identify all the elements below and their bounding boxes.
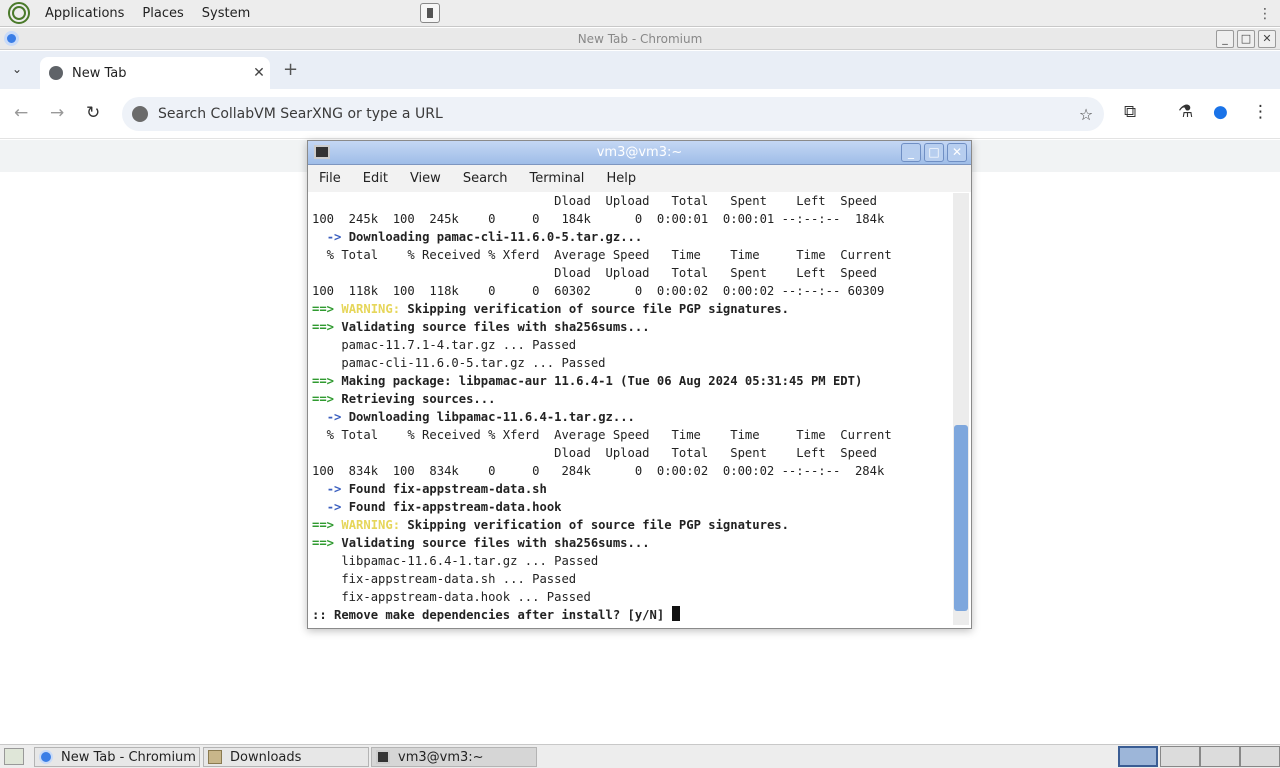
chromium-window-title: New Tab - Chromium <box>577 32 703 46</box>
terminal-window-title: vm3@vm3:~ <box>596 145 683 160</box>
terminal-cursor <box>671 606 680 621</box>
menu-system[interactable]: System <box>193 0 259 27</box>
workspace-2[interactable] <box>1160 746 1200 767</box>
task-label: vm3@vm3:~ <box>398 749 484 765</box>
terminal-close-button[interactable]: ✕ <box>947 143 967 162</box>
workspace-4[interactable] <box>1240 746 1280 767</box>
bookmark-star-icon[interactable]: ☆ <box>1068 105 1104 124</box>
maximize-button[interactable]: □ <box>1237 30 1255 48</box>
terminal-line: libpamac-11.6.4-1.tar.gz ... Passed <box>312 554 599 568</box>
terminal-menu-file[interactable]: File <box>308 171 352 186</box>
workspace-3[interactable] <box>1200 746 1240 767</box>
terminal-line: fix-appstream-data.hook ... Passed <box>312 590 591 604</box>
terminal-line: pamac-cli-11.6.0-5.tar.gz ... Passed <box>312 356 606 370</box>
minimize-button[interactable]: _ <box>1216 30 1234 48</box>
omnibox[interactable]: Search CollabVM SearXNG or type a URL ☆ <box>122 97 1104 131</box>
chromium-titlebar: New Tab - Chromium _ □ ✕ <box>0 28 1280 50</box>
top-panel: Applications Places System ⋮ <box>0 0 1280 27</box>
tab-search-chevron-icon[interactable]: ⌄ <box>12 62 22 76</box>
terminal-line: pamac-11.7.1-4.tar.gz ... Passed <box>312 338 577 352</box>
distro-logo-icon[interactable] <box>8 2 30 24</box>
chrome-menu-icon[interactable]: ⋮ <box>1252 102 1269 122</box>
tab-label: New Tab <box>72 65 127 81</box>
terminal-scrollbar[interactable] <box>953 193 969 625</box>
task-terminal[interactable]: vm3@vm3:~ <box>371 747 537 767</box>
terminal-menu-view[interactable]: View <box>399 171 452 186</box>
terminal-line: % Total % Received % Xferd Average Speed… <box>312 428 892 442</box>
show-desktop-icon[interactable] <box>4 748 24 765</box>
search-engine-icon <box>132 106 148 122</box>
terminal-line: 100 118k 100 118k 0 0 60302 0 0:00:02 0:… <box>312 284 885 298</box>
task-chromium[interactable]: New Tab - Chromium <box>34 747 200 767</box>
tab-new-tab[interactable]: New Tab ✕ <box>40 57 270 89</box>
terminal-menu-edit[interactable]: Edit <box>352 171 399 186</box>
terminal-line: fix-appstream-data.sh ... Passed <box>312 572 577 586</box>
terminal-line: ==> Making package: libpamac-aur 11.6.4-… <box>312 374 863 388</box>
terminal-line: -> Downloading pamac-cli-11.6.0-5.tar.gz… <box>326 230 643 244</box>
labs-flask-icon[interactable]: ⚗ <box>1178 102 1193 122</box>
menu-applications[interactable]: Applications <box>36 0 133 27</box>
close-button[interactable]: ✕ <box>1258 30 1276 48</box>
forward-arrow-icon[interactable]: → <box>50 103 64 123</box>
task-downloads[interactable]: Downloads <box>203 747 369 767</box>
terminal-line: ==> Retrieving sources... <box>312 392 496 406</box>
folder-icon <box>208 750 222 764</box>
terminal-minimize-button[interactable]: _ <box>901 143 921 162</box>
profile-avatar-icon[interactable]: ● <box>1213 102 1228 122</box>
terminal-line: ==> Validating source files with sha256s… <box>312 536 650 550</box>
new-tab-plus-icon[interactable]: + <box>283 59 298 80</box>
new-tab-favicon-icon <box>49 66 63 80</box>
terminal-line: -> Downloading libpamac-11.6.4-1.tar.gz.… <box>326 410 635 424</box>
terminal-line: Dload Upload Total Spent Left Speed <box>312 194 877 208</box>
reload-icon[interactable]: ↻ <box>86 103 100 123</box>
tab-strip: ⌄ New Tab ✕ + <box>0 51 1280 89</box>
panel-more-icon[interactable]: ⋮ <box>1258 6 1272 22</box>
terminal-menubar: File Edit View Search Terminal Help <box>308 165 971 192</box>
chromium-icon <box>39 750 53 764</box>
omnibox-placeholder: Search CollabVM SearXNG or type a URL <box>158 106 443 122</box>
terminal-maximize-button[interactable]: □ <box>924 143 944 162</box>
terminal-line: -> Found fix-appstream-data.sh <box>326 482 547 496</box>
terminal-line: 100 834k 100 834k 0 0 284k 0 0:00:02 0:0… <box>312 464 885 478</box>
terminal-menu-terminal[interactable]: Terminal <box>518 171 595 186</box>
panel-launcher-icon[interactable] <box>420 3 440 23</box>
chromium-icon <box>4 31 19 46</box>
terminal-line: Dload Upload Total Spent Left Speed <box>312 446 877 460</box>
terminal-line: ==> Validating source files with sha256s… <box>312 320 650 334</box>
browser-toolbar: ← → ↻ Search CollabVM SearXNG or type a … <box>0 89 1280 139</box>
bottom-taskbar: New Tab - Chromium Downloads vm3@vm3:~ <box>0 744 1280 768</box>
terminal-line: :: Remove make dependencies after instal… <box>312 606 950 624</box>
terminal-menu-search[interactable]: Search <box>452 171 519 186</box>
task-label: Downloads <box>230 749 302 765</box>
terminal-window[interactable]: vm3@vm3:~ _ □ ✕ File Edit View Search Te… <box>307 140 972 629</box>
terminal-line: ==> WARNING: Skipping verification of so… <box>312 302 789 316</box>
back-arrow-icon[interactable]: ← <box>14 103 28 123</box>
terminal-line: -> Found fix-appstream-data.hook <box>326 500 562 514</box>
terminal-output[interactable]: Dload Upload Total Spent Left Speed 100 2… <box>308 192 954 628</box>
tab-close-icon[interactable]: ✕ <box>248 65 270 81</box>
task-label: New Tab - Chromium <box>61 749 196 765</box>
terminal-menu-help[interactable]: Help <box>595 171 647 186</box>
terminal-line: ==> WARNING: Skipping verification of so… <box>312 518 789 532</box>
menu-places[interactable]: Places <box>133 0 192 27</box>
terminal-line: 100 245k 100 245k 0 0 184k 0 0:00:01 0:0… <box>312 212 885 226</box>
terminal-icon <box>314 145 330 159</box>
terminal-line: Dload Upload Total Spent Left Speed <box>312 266 877 280</box>
terminal-titlebar[interactable]: vm3@vm3:~ _ □ ✕ <box>308 141 971 165</box>
terminal-scroll-thumb[interactable] <box>954 425 968 611</box>
terminal-line: % Total % Received % Xferd Average Speed… <box>312 248 892 262</box>
extensions-puzzle-icon[interactable]: ⧉ <box>1124 102 1136 122</box>
terminal-icon <box>376 750 390 764</box>
workspace-1[interactable] <box>1118 746 1158 767</box>
